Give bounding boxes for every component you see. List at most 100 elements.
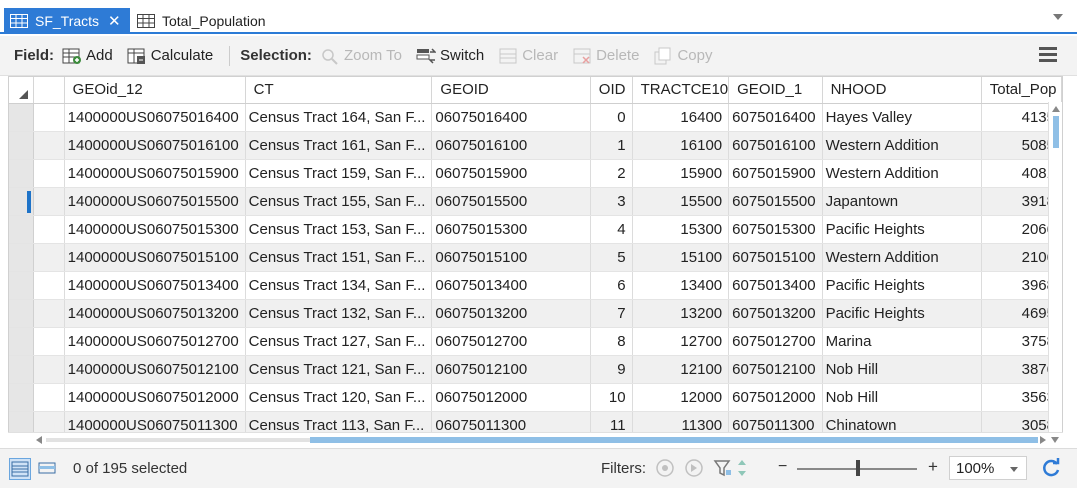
table-row[interactable]: 1400000US06075015900 Census Tract 159, Sa… [9, 159, 1062, 188]
selection-filter-icon[interactable] [684, 458, 704, 478]
table-row[interactable]: 1400000US06075012100 Census Tract 121, Sa… [9, 355, 1062, 384]
table-cell[interactable]: 6075015500 [728, 187, 823, 216]
table-cell[interactable]: 6075012700 [728, 327, 823, 356]
row-selector[interactable] [9, 187, 34, 216]
definition-query-filter-icon[interactable] [713, 458, 733, 478]
select-all-corner[interactable] [9, 77, 34, 104]
table-cell[interactable]: Census Tract 151, San F... [245, 243, 433, 272]
table-cell[interactable]: 06075015300 [431, 215, 591, 244]
table-cell[interactable]: 6075016400 [728, 103, 823, 132]
table-cell[interactable]: 15500 [632, 187, 730, 216]
table-cell[interactable]: 06075012000 [431, 383, 591, 412]
column-header-total-pop[interactable]: Total_Pop [981, 77, 1062, 104]
table-cell[interactable]: 0 [590, 103, 633, 132]
table-cell[interactable]: Western Addition [822, 159, 982, 188]
table-cell[interactable]: 7 [590, 299, 633, 328]
table-cell[interactable]: Pacific Heights [822, 215, 982, 244]
table-cell[interactable]: Census Tract 153, San F... [245, 215, 433, 244]
table-cell[interactable]: 06075015900 [431, 159, 591, 188]
show-selected-records-icon[interactable] [37, 458, 59, 480]
copy-selection-button[interactable]: Copy [653, 47, 712, 65]
row-selector[interactable] [9, 355, 34, 384]
clear-selection-button[interactable]: Clear [498, 47, 558, 65]
table-cell[interactable]: 6075015100 [728, 243, 823, 272]
table-cell[interactable]: 06075012100 [431, 355, 591, 384]
refresh-icon[interactable] [1040, 457, 1062, 479]
column-header-geoid-1[interactable]: GEOID_1 [728, 77, 823, 104]
table-cell[interactable]: 06075012700 [431, 327, 591, 356]
table-cell[interactable]: 6075015300 [728, 215, 823, 244]
table-cell[interactable]: 10 [590, 383, 633, 412]
extent-filter-icon[interactable] [655, 458, 675, 478]
delete-selection-button[interactable]: Delete [572, 47, 639, 65]
row-selector[interactable] [9, 243, 34, 272]
table-cell[interactable]: Census Tract 164, San F... [245, 103, 433, 132]
scroll-right-icon[interactable] [1040, 436, 1046, 444]
row-selector[interactable] [9, 299, 34, 328]
column-header-tractce10[interactable]: TRACTCE10 [632, 77, 730, 104]
table-cell[interactable]: 1400000US06075016100 [64, 131, 246, 160]
table-cell[interactable]: 12100 [632, 355, 730, 384]
horizontal-scroll-thumb[interactable] [310, 437, 1038, 443]
table-cell[interactable]: 6075013200 [728, 299, 823, 328]
table-cell[interactable]: Japantown [822, 187, 982, 216]
zoom-slider-thumb[interactable] [856, 460, 860, 476]
menu-icon[interactable] [1039, 47, 1057, 63]
table-row[interactable]: 1400000US06075016100 Census Tract 161, Sa… [9, 131, 1062, 160]
table-cell[interactable]: 06075013200 [431, 299, 591, 328]
table-cell[interactable]: Western Addition [822, 131, 982, 160]
table-cell[interactable]: Western Addition [822, 243, 982, 272]
table-cell[interactable]: 06075016100 [431, 131, 591, 160]
horizontal-scrollbar[interactable] [8, 432, 1063, 446]
table-cell[interactable]: 2 [590, 159, 633, 188]
table-cell[interactable]: 15900 [632, 159, 730, 188]
scroll-down-icon[interactable] [1051, 437, 1059, 443]
table-cell[interactable]: 1400000US06075012700 [64, 327, 246, 356]
row-selector[interactable] [9, 215, 34, 244]
table-cell[interactable]: 1400000US06075013200 [64, 299, 246, 328]
row-selector[interactable] [9, 383, 34, 412]
table-cell[interactable]: 06075016400 [431, 103, 591, 132]
table-row[interactable]: 1400000US06075013400 Census Tract 134, Sa… [9, 271, 1062, 300]
table-cell[interactable]: Census Tract 127, San F... [245, 327, 433, 356]
table-cell[interactable]: Nob Hill [822, 355, 982, 384]
table-cell[interactable]: 6075013400 [728, 271, 823, 300]
table-cell[interactable]: 1400000US06075013400 [64, 271, 246, 300]
table-row[interactable]: 1400000US06075015500 Census Tract 155, Sa… [9, 187, 1062, 216]
scroll-up-icon[interactable] [1052, 106, 1060, 112]
table-cell[interactable]: Marina [822, 327, 982, 356]
table-cell[interactable]: 3 [590, 187, 633, 216]
table-cell[interactable]: 1400000US06075015900 [64, 159, 246, 188]
table-cell[interactable]: 1 [590, 131, 633, 160]
table-cell[interactable]: 6075015900 [728, 159, 823, 188]
table-cell[interactable]: Nob Hill [822, 383, 982, 412]
table-row[interactable]: 1400000US06075013200 Census Tract 132, Sa… [9, 299, 1062, 328]
table-cell[interactable]: 1400000US06075016400 [64, 103, 246, 132]
zoom-out-button[interactable]: − [778, 458, 787, 476]
add-field-button[interactable]: Add [62, 47, 113, 65]
table-cell[interactable]: 12700 [632, 327, 730, 356]
column-header-nhood[interactable]: NHOOD [822, 77, 982, 104]
row-selector[interactable] [9, 271, 34, 300]
zoom-in-button[interactable]: + [928, 457, 938, 477]
table-cell[interactable]: 6075012100 [728, 355, 823, 384]
table-cell[interactable]: 1400000US06075012100 [64, 355, 246, 384]
table-cell[interactable]: 1400000US06075015300 [64, 215, 246, 244]
vertical-scroll-thumb[interactable] [1053, 116, 1059, 148]
vertical-scrollbar[interactable] [1048, 102, 1062, 432]
table-row[interactable]: 1400000US06075015300 Census Tract 153, Sa… [9, 215, 1062, 244]
table-cell[interactable]: 16400 [632, 103, 730, 132]
zoom-level-select[interactable]: 100% [949, 456, 1027, 480]
switch-selection-button[interactable]: Switch [416, 47, 484, 65]
table-row[interactable]: 1400000US06075012700 Census Tract 127, Sa… [9, 327, 1062, 356]
table-cell[interactable]: 6075016100 [728, 131, 823, 160]
table-cell[interactable]: Census Tract 120, San F... [245, 383, 433, 412]
column-header-ct[interactable]: CT [245, 77, 433, 104]
table-row[interactable]: 1400000US06075015100 Census Tract 151, Sa… [9, 243, 1062, 272]
table-row[interactable]: 1400000US06075016400 Census Tract 164, Sa… [9, 103, 1062, 132]
row-selector[interactable] [9, 159, 34, 188]
row-selector[interactable] [9, 131, 34, 160]
scroll-left-icon[interactable] [36, 436, 42, 444]
table-cell[interactable]: Census Tract 132, San F... [245, 299, 433, 328]
tab-list-dropdown-icon[interactable] [1053, 14, 1063, 20]
